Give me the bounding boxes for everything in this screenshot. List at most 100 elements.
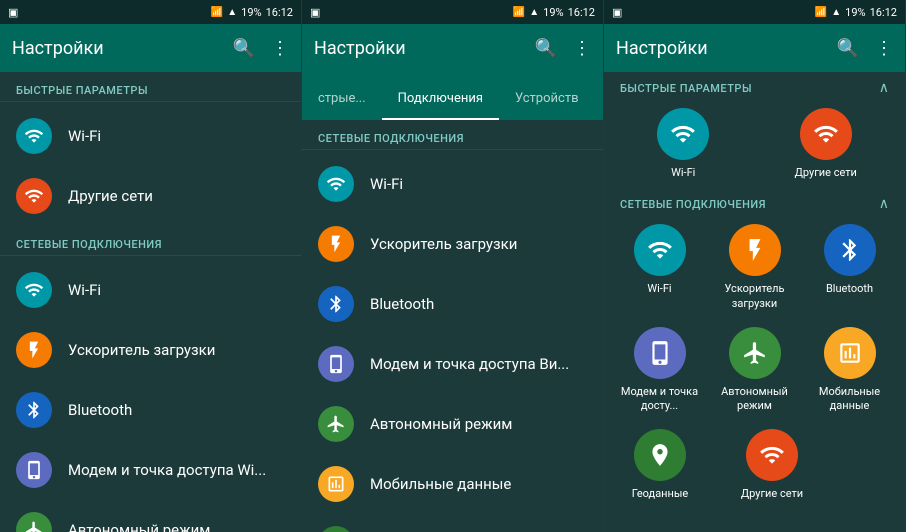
tab-connections-2[interactable]: Подключения [382, 79, 499, 120]
grid-networks-icon-3 [800, 108, 852, 160]
grid-airplane-3[interactable]: Автономный режим [715, 327, 795, 414]
grid-modem-3[interactable]: Модем и точка досту... [620, 327, 700, 414]
grid-wifi-quick-3[interactable]: Wi-Fi [643, 108, 723, 180]
grid-accel-3[interactable]: Ускоритель загрузки [715, 224, 795, 311]
list-item-wifi-2[interactable]: Wi-Fi [302, 154, 603, 214]
wifi-icon-2b [318, 166, 354, 202]
modem-icon-2 [318, 346, 354, 382]
list-item-geo-2[interactable]: Геоданные [302, 514, 603, 532]
wifi-net-icon-1 [16, 272, 52, 308]
grid-other-networks-net-3[interactable]: Другие сети [732, 429, 812, 501]
list-item-mobile-data-2[interactable]: Мобильные данные [302, 454, 603, 514]
wifi-label-quick-1: Wi-Fi [68, 127, 101, 145]
list-item-accel-1[interactable]: Ускоритель загрузки [0, 320, 301, 380]
list-item-wifi-quick-1[interactable]: Wi-Fi [0, 106, 301, 166]
list-item-bluetooth-1[interactable]: Bluetooth [0, 380, 301, 440]
net-chevron-3: ∧ [879, 196, 889, 212]
net-header-3[interactable]: СЕТЕВЫЕ ПОДКЛЮЧЕНИЯ ∧ [604, 188, 905, 216]
quick-params-grid-3: Wi-Fi Другие сети [604, 100, 905, 188]
app-title-1: Настройки [12, 38, 233, 59]
grid-airplane-label-3: Автономный режим [715, 385, 795, 414]
wifi-icon-2: 📶 [513, 7, 525, 18]
grid-accel-icon-3 [729, 224, 781, 276]
list-item-modem-2[interactable]: Модем и точка доступа Ви... [302, 334, 603, 394]
grid-accel-label-3: Ускоритель загрузки [715, 282, 795, 311]
grid-wifi-net-3[interactable]: Wi-Fi [620, 224, 700, 311]
tab-quick-2[interactable]: стрые... [302, 79, 382, 120]
panel1-scroll: БЫСТРЫЕ ПАРАМЕТРЫ Wi-Fi Другие сети СЕТЕ… [0, 72, 301, 532]
net-grid-row1-3: Wi-Fi Ускоритель загрузки Bluetooth [604, 216, 905, 319]
accel-icon-1 [16, 332, 52, 368]
airplane-icon-1 [16, 512, 52, 532]
quick-params-header-3[interactable]: БЫСТРЫЕ ПАРАМЕТРЫ ∧ [604, 72, 905, 100]
app-bar-1: Настройки 🔍 ⋮ [0, 24, 301, 72]
time-label-3: 16:12 [870, 6, 897, 19]
list-item-airplane-1[interactable]: Автономный режим [0, 500, 301, 532]
app-title-2: Настройки [314, 38, 535, 59]
status-bar-1: ▣ 📶 ▲ 19% 16:12 [0, 0, 301, 24]
signal-icon-2: ▲ [529, 7, 539, 18]
app-bar-3: Настройки 🔍 ⋮ [604, 24, 905, 72]
status-bar-3: ▣ 📶 ▲ 19% 16:12 [604, 0, 905, 24]
accel-icon-2 [318, 226, 354, 262]
list-item-wifi-net-1[interactable]: Wi-Fi [0, 260, 301, 320]
bluetooth-label-1: Bluetooth [68, 401, 132, 419]
geo-icon-2 [318, 526, 354, 532]
wifi-net-label-1: Wi-Fi [68, 281, 101, 299]
bluetooth-icon-1 [16, 392, 52, 428]
search-button-3[interactable]: 🔍 [837, 38, 859, 59]
grid-other-networks-net-label-3: Другие сети [741, 487, 803, 501]
grid-geo-3[interactable]: Геоданные [620, 429, 700, 501]
more-button-2[interactable]: ⋮ [573, 38, 591, 59]
wifi-icon-3: 📶 [815, 7, 827, 18]
battery-label: 19% [241, 6, 261, 19]
airplane-label-1: Автономный режим [68, 521, 210, 532]
grid-bluetooth-icon-3 [824, 224, 876, 276]
grid-other-networks-quick-3[interactable]: Другие сети [786, 108, 866, 180]
section-net-2: СЕТЕВЫЕ ПОДКЛЮЧЕНИЯ [302, 120, 603, 149]
mobile-data-icon-2 [318, 466, 354, 502]
net-grid-row3-3: Геоданные Другие сети [604, 421, 905, 509]
accel-label-1: Ускоритель загрузки [68, 341, 215, 359]
tabs-bar-2: стрые... Подключения Устройств [302, 72, 603, 120]
quick-params-label-3: БЫСТРЫЕ ПАРАМЕТРЫ [620, 82, 752, 95]
grid-mobile-data-3[interactable]: Мобильные данные [810, 327, 890, 414]
sim-icon-2: ▣ [310, 6, 320, 19]
list-item-modem-1[interactable]: Модем и точка доступа Wi... [0, 440, 301, 500]
panel-2: ▣ 📶 ▲ 19% 16:12 Настройки 🔍 ⋮ стрые... П… [302, 0, 604, 532]
mobile-data-label-2: Мобильные данные [370, 475, 511, 493]
list-item-accel-2[interactable]: Ускоритель загрузки [302, 214, 603, 274]
grid-geo-label-3: Геоданные [632, 487, 689, 501]
grid-wifi-net-icon-3 [634, 224, 686, 276]
more-button-1[interactable]: ⋮ [271, 38, 289, 59]
panel-1: ▣ 📶 ▲ 19% 16:12 Настройки 🔍 ⋮ БЫСТРЫЕ ПА… [0, 0, 302, 532]
grid-wifi-label-3: Wi-Fi [671, 166, 695, 180]
sim-icon-3: ▣ [612, 6, 622, 19]
grid-bluetooth-3[interactable]: Bluetooth [810, 224, 890, 311]
sim-icon: ▣ [8, 6, 18, 19]
list-item-bluetooth-2[interactable]: Bluetooth [302, 274, 603, 334]
search-button-2[interactable]: 🔍 [535, 38, 557, 59]
grid-wifi-net-label-3: Wi-Fi [647, 282, 671, 296]
more-button-3[interactable]: ⋮ [875, 38, 893, 59]
search-button-1[interactable]: 🔍 [233, 38, 255, 59]
panel3-scroll: БЫСТРЫЕ ПАРАМЕТРЫ ∧ Wi-Fi Другие сети СЕ… [604, 72, 905, 532]
signal-icon: ▲ [227, 7, 237, 18]
grid-mobile-data-label-3: Мобильные данные [810, 385, 890, 414]
bluetooth-label-2: Bluetooth [370, 295, 434, 313]
grid-other-networks-net-icon-3 [746, 429, 798, 481]
grid-airplane-icon-3 [729, 327, 781, 379]
wifi-icon-quick-1 [16, 118, 52, 154]
modem-icon-1 [16, 452, 52, 488]
tab-devices-2[interactable]: Устройств [499, 79, 595, 120]
wifi-icon: 📶 [211, 7, 223, 18]
grid-modem-label-3: Модем и точка досту... [620, 385, 700, 414]
airplane-label-2: Автономный режим [370, 415, 512, 433]
list-item-other-networks-1[interactable]: Другие сети [0, 166, 301, 226]
panel2-scroll: СЕТЕВЫЕ ПОДКЛЮЧЕНИЯ Wi-Fi Ускоритель заг… [302, 120, 603, 532]
grid-bluetooth-label-3: Bluetooth [826, 282, 873, 296]
battery-label-2: 19% [543, 6, 563, 19]
list-item-airplane-2[interactable]: Автономный режим [302, 394, 603, 454]
modem-label-2: Модем и точка доступа Ви... [370, 355, 569, 373]
grid-mobile-data-icon-3 [824, 327, 876, 379]
